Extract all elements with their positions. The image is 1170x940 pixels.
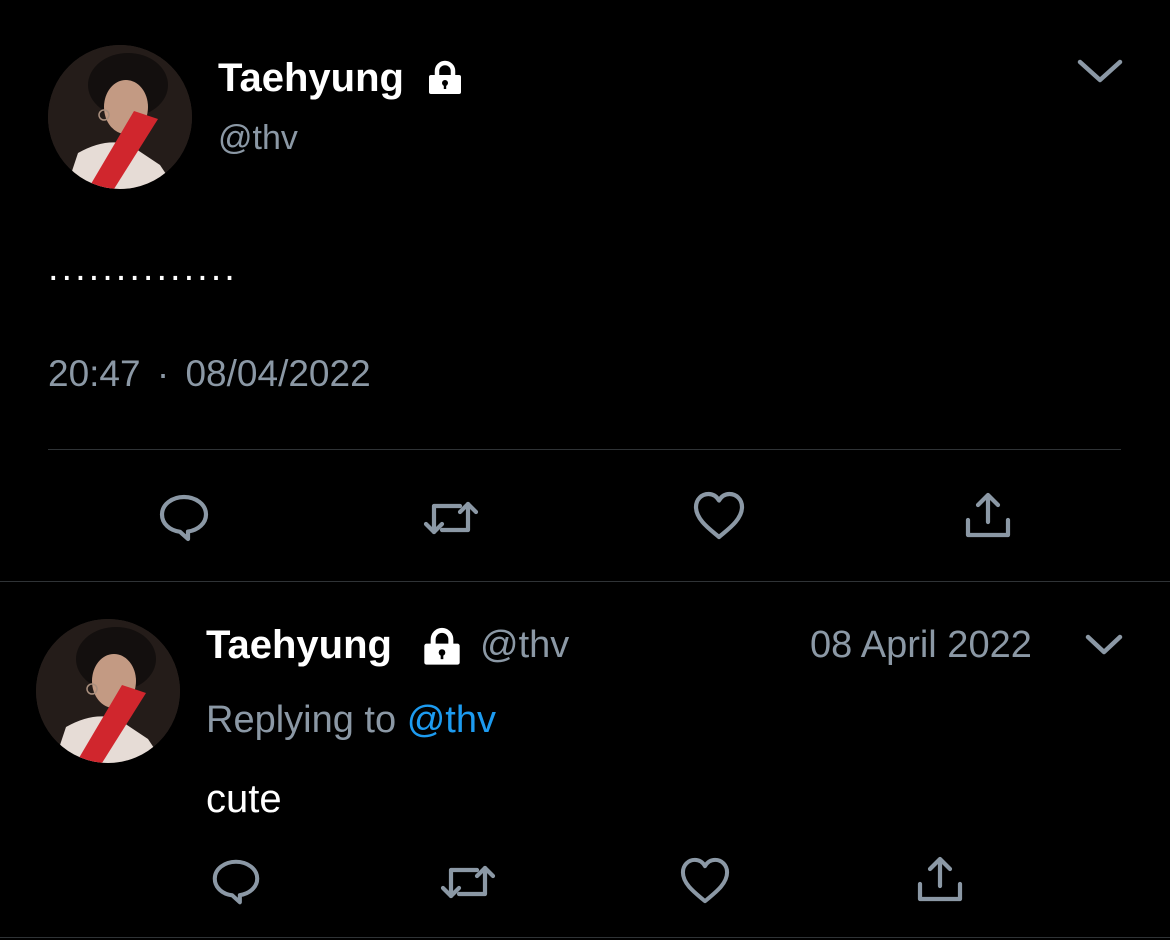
- chevron-down-icon[interactable]: [1076, 56, 1124, 86]
- bottom-divider: [0, 937, 1170, 938]
- avatar[interactable]: [36, 619, 180, 763]
- reply-icon[interactable]: [209, 855, 263, 909]
- handle[interactable]: @thv: [480, 621, 569, 669]
- replying-to: Replying to @thv: [206, 696, 496, 744]
- lock-icon: [420, 626, 464, 668]
- tweet-text: cute: [206, 777, 282, 821]
- display-name[interactable]: Taehyung: [218, 53, 404, 103]
- share-icon[interactable]: [914, 854, 966, 904]
- chevron-down-icon[interactable]: [1084, 632, 1124, 658]
- main-tweet: Taehyung @thv .............. 20:47 · 08/…: [0, 0, 1170, 580]
- retweet-icon[interactable]: [440, 856, 496, 908]
- display-name[interactable]: Taehyung: [206, 620, 392, 670]
- time: 20:47: [48, 353, 141, 394]
- separator: ·: [156, 353, 170, 394]
- replying-handle-link[interactable]: @thv: [407, 699, 496, 741]
- reply-tweet: Taehyung @thv 08 April 2022 Replying to …: [0, 582, 1170, 940]
- replying-prefix: Replying to: [206, 699, 397, 741]
- avatar[interactable]: [48, 45, 192, 189]
- date[interactable]: 08/04/2022: [185, 353, 370, 394]
- tweet-date[interactable]: 08 April 2022: [810, 621, 1032, 669]
- like-icon[interactable]: [678, 857, 732, 905]
- tweet-text: ..............: [48, 247, 238, 289]
- retweet-icon[interactable]: [423, 492, 479, 544]
- handle[interactable]: @thv: [218, 116, 298, 160]
- share-icon[interactable]: [962, 490, 1014, 540]
- like-icon[interactable]: [691, 491, 747, 541]
- reply-icon[interactable]: [156, 490, 212, 546]
- divider: [48, 449, 1121, 450]
- lock-icon: [426, 59, 464, 97]
- timestamp: 20:47 · 08/04/2022: [48, 351, 371, 397]
